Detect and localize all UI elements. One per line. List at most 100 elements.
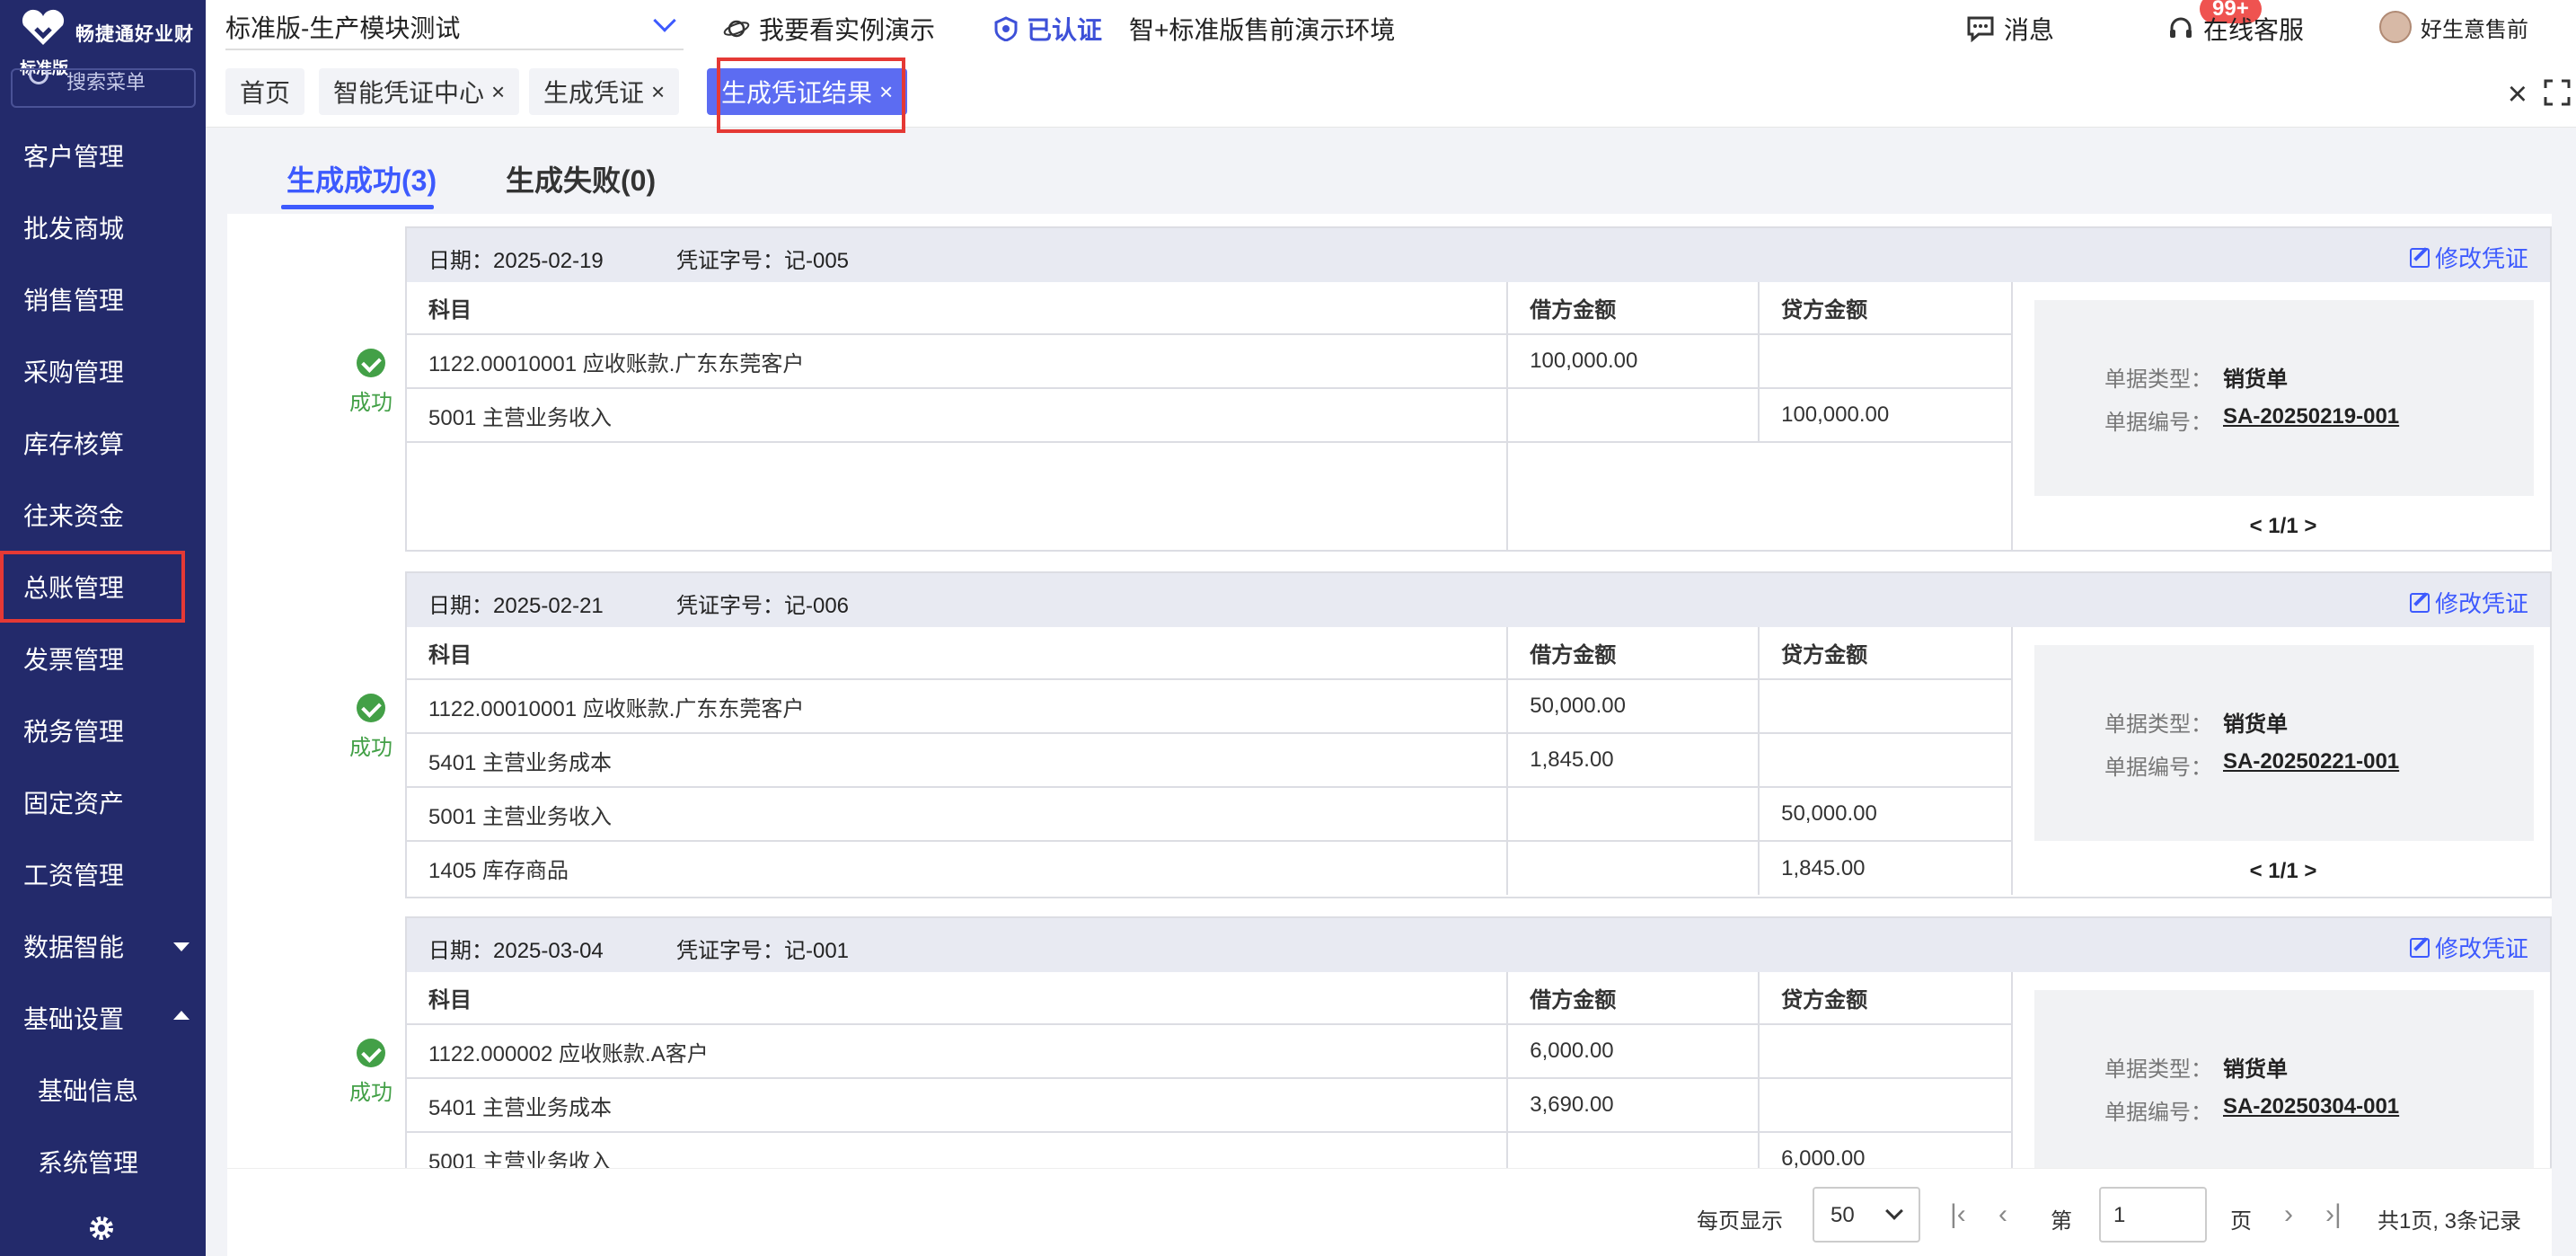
table-row: 5001 主营业务收入 6,000.00 <box>407 1132 2013 1168</box>
sidebar-item-label: 批发商城 <box>23 215 125 243</box>
close-icon[interactable]: × <box>651 78 665 106</box>
sidebar-item-invoice[interactable]: 发票管理 <box>0 623 206 694</box>
check-circle-icon <box>357 694 385 722</box>
no-value: 记-006 <box>784 594 850 618</box>
tab-fail[interactable]: 生成失败(0) <box>506 158 656 199</box>
col-subject: 科目 <box>407 627 1509 680</box>
doc-no-key: 单据编号： <box>2104 1101 2212 1125</box>
page-number-value: 1 <box>2113 1203 2126 1227</box>
sidebar-item-label: 总账管理 <box>23 574 125 602</box>
service-button[interactable]: 在线客服 <box>2167 11 2304 47</box>
page-number-input[interactable]: 1 <box>2099 1187 2207 1243</box>
sidebar-item-payroll[interactable]: 工资管理 <box>0 838 206 910</box>
sidebar-item-system[interactable]: 系统管理 <box>0 1126 206 1198</box>
sidebar-item-sales[interactable]: 销售管理 <box>0 263 206 335</box>
cell-subject: 5401 主营业务成本 <box>407 733 1509 788</box>
cell-debit <box>1507 841 1760 895</box>
first-page-icon[interactable]: |‹ <box>1950 1199 1966 1230</box>
cell-credit: 6,000.00 <box>1759 1132 2013 1168</box>
sidebar-item-basic-settings[interactable]: 基础设置 <box>0 982 206 1054</box>
edit-voucher-button[interactable]: 修改凭证 <box>2409 931 2528 964</box>
table-row: 5001 主营业务收入 50,000.00 <box>407 787 2013 842</box>
sidebar-item-purchase[interactable]: 采购管理 <box>0 335 206 407</box>
col-subject: 科目 <box>407 282 1509 335</box>
cell-credit <box>1759 1078 2013 1133</box>
voucher-no: 凭证字号：记-001 <box>676 933 849 964</box>
edit-icon <box>2409 937 2430 958</box>
cell-credit <box>1759 1024 2013 1079</box>
date-prefix: 日期： <box>428 939 493 963</box>
total-records: 共1页, 3条记录 <box>2378 1209 2522 1234</box>
voucher-card: 成功 日期：2025-02-19 凭证字号：记-005 修改凭证 科目 借方金额贷… <box>227 226 2552 559</box>
tab-voucher-center[interactable]: 智能凭证中心 × <box>319 68 520 115</box>
doc-pager[interactable]: < 1/1 > <box>2015 859 2552 884</box>
messages-label: 消息 <box>2004 16 2055 44</box>
entry-table: 科目 借方金额 贷方金额 1122.00010001 应收账款.广东东莞客户 100,… <box>407 282 2013 552</box>
chevron-down-icon <box>653 9 676 32</box>
table-row: 5001 主营业务收入 100,000.00 <box>407 388 2013 443</box>
last-page-icon[interactable]: ›| <box>2325 1199 2342 1230</box>
doc-type-key: 单据类型： <box>2104 367 2212 392</box>
tabs-bar: 首页 智能凭证中心 × 生成凭证 × 生成凭证结果 × × <box>206 57 2576 128</box>
voucher-box: 日期：2025-03-04 凭证字号：记-001 修改凭证 科目 借方金额 贷方金额… <box>405 916 2552 1168</box>
doc-no-link[interactable]: SA-20250221-001 <box>2223 749 2399 781</box>
doc-no-key: 单据编号： <box>2104 411 2212 435</box>
tab-success[interactable]: 生成成功(3) <box>287 158 437 199</box>
cell-credit: 1,845.00 <box>1759 841 2013 895</box>
org-select[interactable]: 标准版-生产模块测试 <box>225 0 684 50</box>
page-size-select[interactable]: 50 <box>1813 1187 1920 1243</box>
sidebar-item-basic-info[interactable]: 基础信息 <box>0 1054 206 1126</box>
prev-page-icon[interactable]: ‹ <box>1998 1199 2007 1230</box>
certified-badge[interactable]: 已认证 <box>994 11 1102 47</box>
sidebar-item-data-intel[interactable]: 数据智能 <box>0 910 206 982</box>
env-label: 智+标准版售前演示环境 <box>1129 11 1395 47</box>
sidebar-item-label: 税务管理 <box>23 718 125 746</box>
table-row: 1122.000002 应收账款.A客户 6,000.00 <box>407 1024 2013 1079</box>
gear-icon[interactable] <box>88 1215 115 1242</box>
no-prefix: 凭证字号： <box>676 594 784 618</box>
edit-voucher-button[interactable]: 修改凭证 <box>2409 241 2528 274</box>
sidebar-item-inventory[interactable]: 库存核算 <box>0 407 206 479</box>
sidebar-item-general-ledger[interactable]: 总账管理 <box>0 551 185 623</box>
sidebar-item-customer[interactable]: 客户管理 <box>0 119 206 191</box>
sidebar-item-funds[interactable]: 往来资金 <box>0 479 206 551</box>
edit-voucher-button[interactable]: 修改凭证 <box>2409 586 2528 619</box>
cell-subject: 5001 主营业务收入 <box>407 787 1509 842</box>
demo-label: 我要看实例演示 <box>759 16 936 44</box>
table-row: 5401 主营业务成本 3,690.00 <box>407 1078 2013 1133</box>
messages-button[interactable]: 消息 <box>1966 11 2054 47</box>
close-all-icon[interactable]: × <box>2508 75 2527 114</box>
sidebar-item-label: 工资管理 <box>23 862 125 889</box>
sidebar-item-tax[interactable]: 税务管理 <box>0 694 206 766</box>
source-doc-panel: 单据类型： 销货单 单据编号： SA-20250221-001 < 1/1 > <box>2015 627 2552 897</box>
voucher-box: 日期：2025-02-19 凭证字号：记-005 修改凭证 科目 借方金额 贷方金额… <box>405 226 2552 552</box>
page-prefix: 第 <box>2051 1209 2072 1234</box>
tab-home[interactable]: 首页 <box>225 68 305 115</box>
avatar <box>2379 11 2412 43</box>
next-page-icon[interactable]: › <box>2284 1199 2293 1230</box>
cell-credit <box>1759 334 2013 389</box>
edit-label: 修改凭证 <box>2434 935 2528 962</box>
certified-label: 已认证 <box>1027 16 1103 44</box>
doc-no-link[interactable]: SA-20250304-001 <box>2223 1094 2399 1126</box>
voucher-card: 成功 日期：2025-02-21 凭证字号：记-006 修改凭证 科目 借方金额贷… <box>227 571 2552 913</box>
col-credit: 贷方金额 <box>1759 972 2013 1025</box>
sidebar-item-wholesale[interactable]: 批发商城 <box>0 191 206 263</box>
doc-pager[interactable]: < 1/1 > <box>2015 514 2552 539</box>
sidebar-item-label: 固定资产 <box>23 790 125 818</box>
close-icon[interactable]: × <box>491 78 505 106</box>
shield-icon <box>994 16 1018 41</box>
user-menu[interactable]: 好生意售前 <box>2379 11 2528 43</box>
date-value: 2025-02-19 <box>493 249 604 273</box>
cell-subject: 5401 主营业务成本 <box>407 1078 1509 1133</box>
menu-search[interactable]: 搜索菜单 <box>11 68 196 108</box>
doc-no-link[interactable]: SA-20250219-001 <box>2223 404 2399 436</box>
cell-empty <box>407 442 1509 552</box>
sidebar-item-label: 基础设置 <box>23 1005 125 1033</box>
tab-generate-voucher[interactable]: 生成凭证 × <box>529 68 680 115</box>
sidebar-item-fixed-assets[interactable]: 固定资产 <box>0 766 206 838</box>
demo-link[interactable]: 我要看实例演示 <box>723 11 935 47</box>
page-suffix: 页 <box>2230 1209 2252 1234</box>
fullscreen-icon[interactable] <box>2544 79 2571 106</box>
table-row: 1122.00010001 应收账款.广东东莞客户 50,000.00 <box>407 679 2013 734</box>
